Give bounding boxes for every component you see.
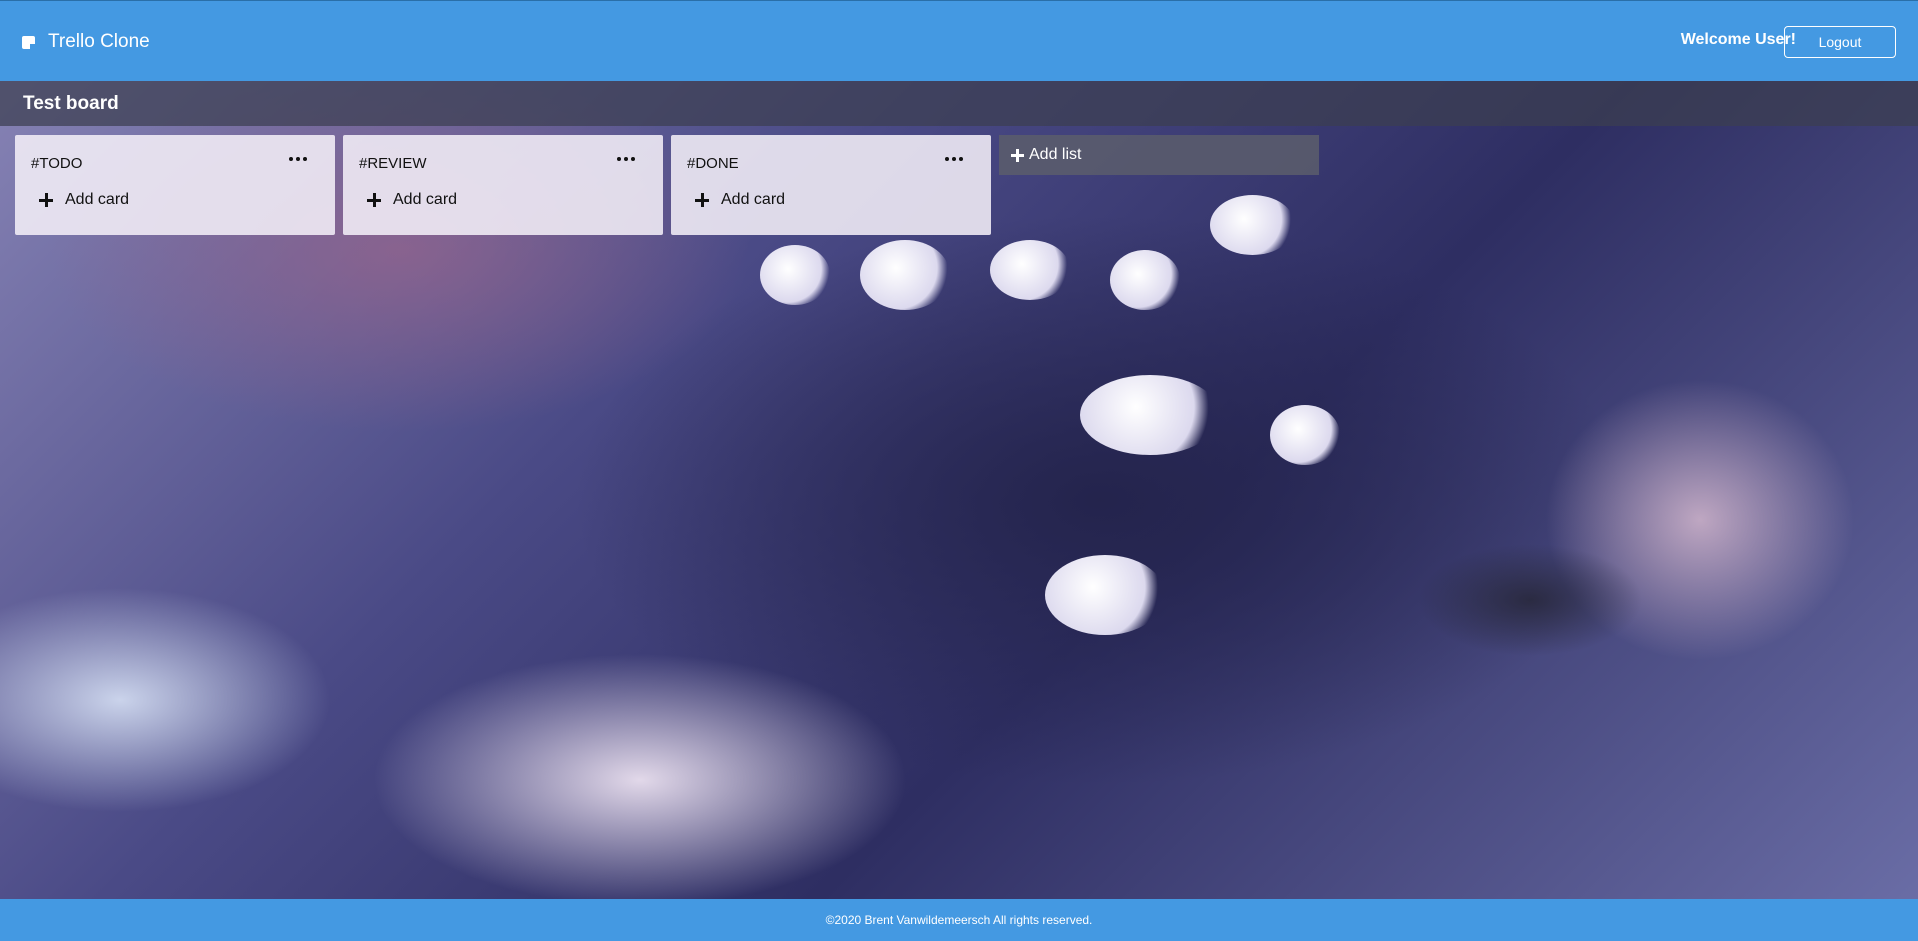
brand-title: Trello Clone — [48, 31, 150, 52]
list-menu-button[interactable] — [941, 153, 967, 165]
add-card-button[interactable]: Add card — [39, 191, 129, 209]
copyright-text: ©2020 Brent Vanwildemeersch All rights r… — [825, 913, 1093, 927]
plus-icon — [695, 193, 709, 207]
welcome-message: Welcome User! — [1680, 31, 1796, 48]
more-dots-icon — [289, 157, 293, 161]
logout-button[interactable]: Logout — [1784, 26, 1896, 58]
brand[interactable]: Trello Clone — [22, 31, 150, 53]
add-card-label: Add card — [393, 191, 458, 208]
list-title: #REVIEW — [359, 155, 427, 172]
app-root: Trello Clone Welcome User! Logout Test b… — [0, 0, 1918, 941]
board-title-bar: Test board — [0, 81, 1918, 126]
list-review: #REVIEW Add card — [343, 135, 663, 235]
top-navbar: Trello Clone Welcome User! Logout — [0, 0, 1918, 81]
popcorn-piece — [990, 240, 1070, 300]
board-title: Test board — [23, 93, 119, 114]
popcorn-piece — [1110, 250, 1180, 310]
add-list-button[interactable]: Add list — [999, 135, 1319, 175]
plus-icon — [367, 193, 381, 207]
list-done: #DONE Add card — [671, 135, 991, 235]
popcorn-piece — [1080, 375, 1220, 455]
list-todo: #TODO Add card — [15, 135, 335, 235]
add-card-label: Add card — [65, 191, 130, 208]
popcorn-piece — [760, 245, 830, 305]
list-menu-button[interactable] — [285, 153, 311, 165]
list-title: #DONE — [687, 155, 739, 172]
add-list-label: Add list — [1029, 146, 1082, 163]
more-dots-icon — [617, 157, 621, 161]
popcorn-piece — [1045, 555, 1165, 635]
list-menu-button[interactable] — [613, 153, 639, 165]
more-dots-icon — [945, 157, 949, 161]
plus-icon — [1011, 148, 1024, 162]
popcorn-piece — [1210, 195, 1295, 255]
popcorn-piece — [1270, 405, 1340, 465]
add-card-label: Add card — [721, 191, 786, 208]
plus-icon — [39, 193, 53, 207]
list-title: #TODO — [31, 155, 83, 172]
sticky-note-icon — [22, 35, 35, 49]
popcorn-piece — [860, 240, 950, 310]
add-card-button[interactable]: Add card — [367, 191, 457, 209]
add-card-button[interactable]: Add card — [695, 191, 785, 209]
footer: ©2020 Brent Vanwildemeersch All rights r… — [0, 899, 1918, 941]
